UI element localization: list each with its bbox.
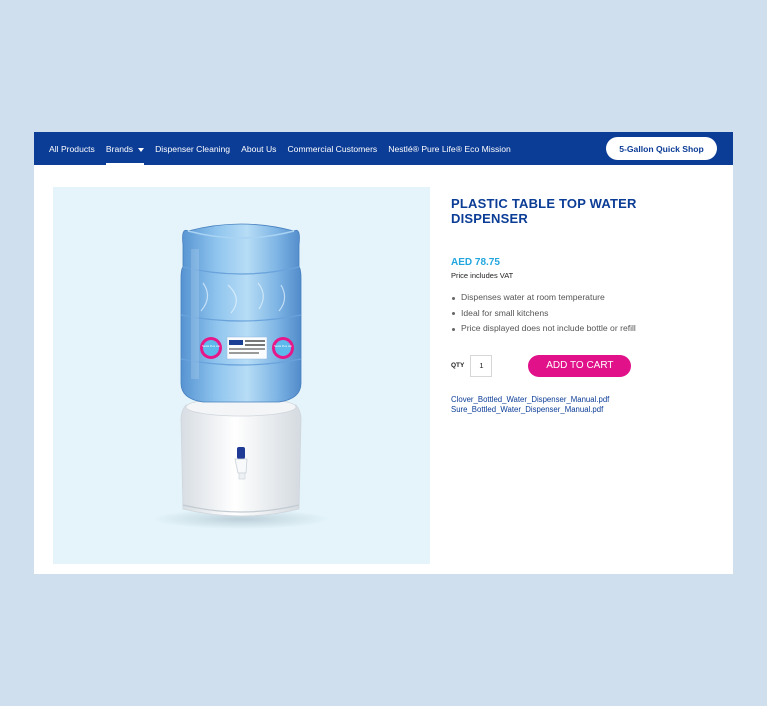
nav-dispenser-cleaning[interactable]: Dispenser Cleaning: [155, 132, 230, 165]
top-navigation: All Products Brands Dispenser Cleaning A…: [34, 132, 733, 165]
manual-links: Clover_Bottled_Water_Dispenser_Manual.pd…: [451, 395, 711, 415]
bottle-label-sub: Nestlé Pure Life: [274, 345, 292, 348]
product-title: PLASTIC TABLE TOP WATER DISPENSER: [451, 196, 637, 226]
feature-list: Dispenses water at room temperature Idea…: [451, 290, 711, 337]
nav-all-products[interactable]: All Products: [49, 132, 95, 165]
nav-about-us[interactable]: About Us: [241, 132, 276, 165]
manual-link-sure[interactable]: Sure_Bottled_Water_Dispenser_Manual.pdf: [451, 405, 711, 415]
manual-link-clover[interactable]: Clover_Bottled_Water_Dispenser_Manual.pd…: [451, 395, 711, 405]
quantity-input[interactable]: [470, 354, 493, 377]
add-to-cart-button[interactable]: ADD TO CART: [528, 354, 632, 377]
nav-brands-label: Brands: [105, 143, 134, 154]
nav-all-products-label: All Products: [49, 143, 95, 154]
water-dispenser-image: [153, 223, 329, 529]
quick-shop-button[interactable]: 5-Gallon Quick Shop: [606, 137, 717, 160]
chevron-down-icon: [138, 147, 145, 152]
list-item: Ideal for small kitchens: [451, 306, 711, 322]
nav-eco-mission-label: Nestlé® Pure Life® Eco Mission: [388, 143, 511, 154]
nav-about-us-label: About Us: [241, 143, 277, 154]
list-item: Price displayed does not include bottle …: [451, 321, 711, 337]
nav-dispenser-cleaning-label: Dispenser Cleaning: [155, 143, 231, 154]
nav-commercial-customers-label: Commercial Customers: [287, 143, 378, 154]
bottle-label-brand: Nestlé Pure Life: [202, 345, 220, 348]
nav-eco-mission[interactable]: Nestlé® Pure Life® Eco Mission: [388, 132, 511, 165]
product-page-frame: All Products Brands Dispenser Cleaning A…: [34, 132, 733, 574]
product-image: Nestlé Pure Life Nestlé Pure Life: [53, 187, 430, 564]
list-item: Dispenses water at room temperature: [451, 290, 711, 306]
qty-label: QTY: [451, 362, 465, 369]
product-info: PLASTIC TABLE TOP WATER DISPENSER AED 78…: [451, 196, 711, 415]
nav-brands[interactable]: Brands: [105, 132, 145, 165]
purchase-row: QTY ADD TO CART: [451, 354, 711, 377]
vat-note: Price includes VAT: [451, 271, 514, 280]
product-price: AED 78.75: [451, 257, 500, 268]
nav-commercial-customers[interactable]: Commercial Customers: [287, 132, 377, 165]
